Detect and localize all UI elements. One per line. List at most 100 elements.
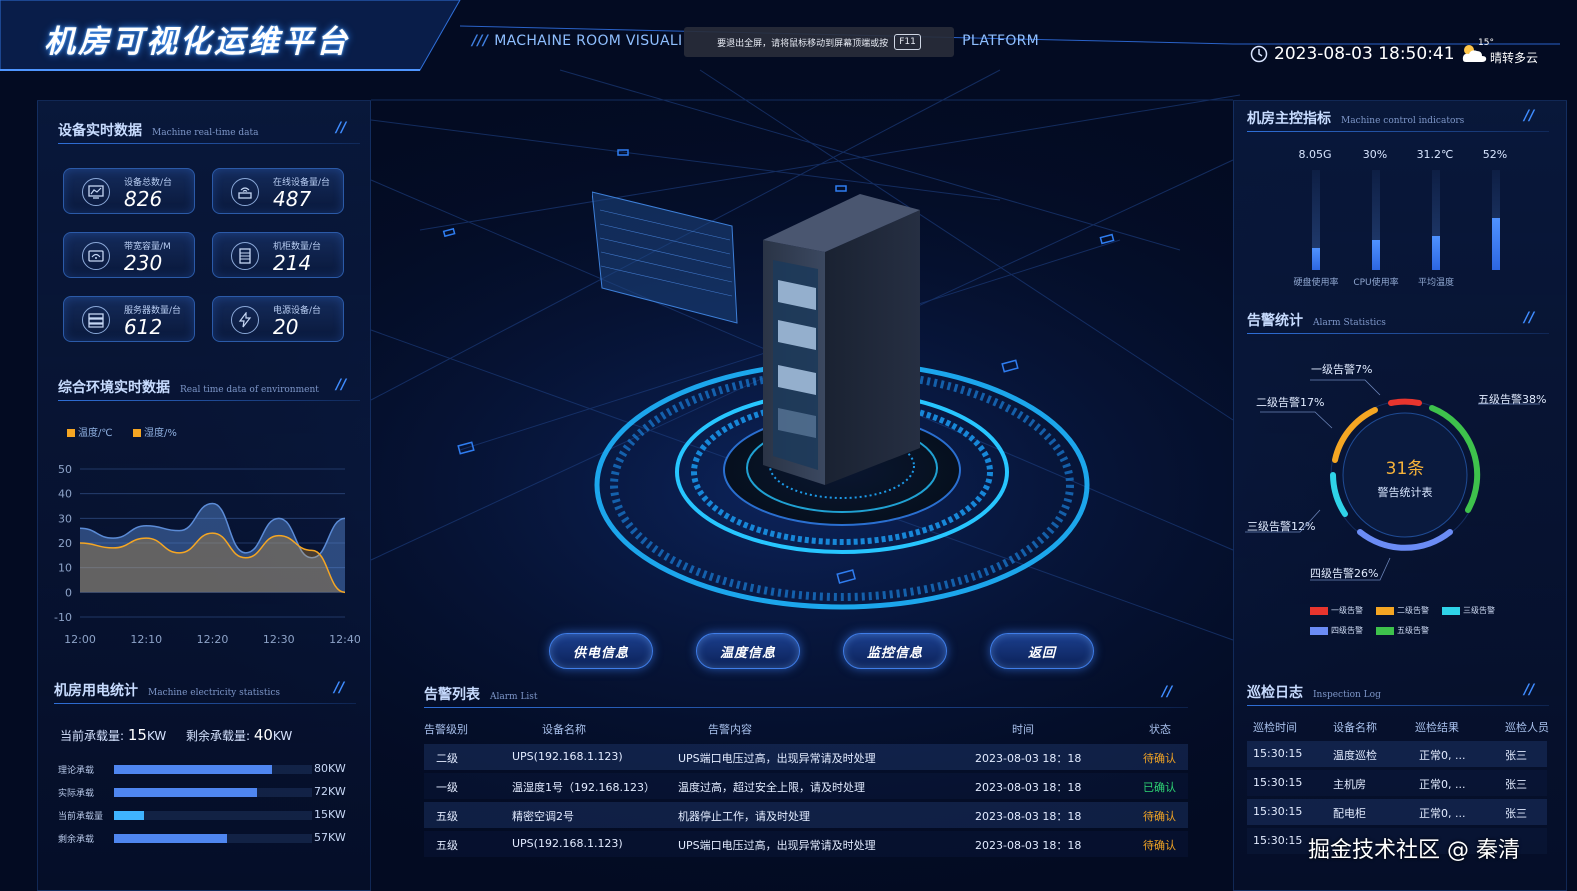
- stat-card-value: 230: [124, 251, 163, 275]
- alarm-table-row[interactable]: 五级 UPS(192.168.1.123) UPS端口电压过高，出现异常请及时处理 2…: [424, 831, 1188, 857]
- environment-chart[interactable]: 50 40 30 20 10 0 -10 12:00 12:10 12:20 12:30 12:40: [40, 455, 360, 655]
- alarm-legend-label: 四级告警: [1331, 626, 1363, 635]
- environment-title: 综合环境实时数据 Real time data of environment: [58, 377, 319, 397]
- indicator-bar: [1492, 170, 1500, 270]
- stat-card-total-devices[interactable]: 设备总数/台 826: [63, 168, 195, 214]
- remaining-load-value: 40: [253, 726, 273, 744]
- indicator-value: 8.05G: [1298, 148, 1332, 161]
- subtitle-right-text: PLATFORM: [962, 33, 1040, 49]
- server-icon: [82, 306, 110, 334]
- legend-swatch-temp: [67, 429, 75, 437]
- electricity-bar-label: 当前承载量: [58, 812, 104, 822]
- alarm-table-header-cell: 告警级别: [424, 723, 468, 736]
- alarm-table-cell-status: 待确认: [1143, 810, 1176, 823]
- inspection-table-cell-result: 正常0, ...: [1419, 807, 1466, 820]
- alarm-table-cell-level: 二级: [436, 752, 458, 765]
- inspection-table-header-cell: 巡检人员: [1505, 721, 1549, 734]
- indicator-bar-fill: [1432, 236, 1440, 270]
- x-tick-label: 12:30: [263, 633, 295, 646]
- stat-card-bandwidth[interactable]: 带宽容量/M 230: [63, 232, 195, 278]
- indicator-value: 31.2℃: [1416, 148, 1454, 161]
- inspection-table-row[interactable]: 15:30:15 配电柜 正常0, ... 张三: [1247, 799, 1547, 825]
- section-divider: [54, 703, 356, 704]
- back-button[interactable]: 返回: [990, 633, 1094, 669]
- electricity-summary: 当前承载量: 15KW 剩余承载量: 40KW: [60, 726, 292, 744]
- alarm-list-title-text: 告警列表: [424, 687, 480, 703]
- inspection-table-cell-device: 配电柜: [1333, 807, 1366, 820]
- temperature-info-button[interactable]: 温度信息: [696, 633, 800, 669]
- inspection-table-header-cell: 巡检时间: [1253, 721, 1297, 734]
- inspection-table-row[interactable]: 15:30:15 主机房 正常0, ... 张三: [1247, 770, 1547, 796]
- electricity-bar-fill: [114, 811, 144, 820]
- indicators-title-en: Machine control indicators: [1341, 116, 1465, 126]
- alarm-legend-item: 三级告警: [1442, 605, 1495, 616]
- alarm-list-title: 告警列表 Alarm List: [424, 684, 538, 704]
- x-tick-label: 12:10: [130, 633, 162, 646]
- bandwidth-icon: [82, 242, 110, 270]
- alarm-table-row[interactable]: 二级 UPS(192.168.1.123) UPS端口电压过高，出现异常请及时处理 2…: [424, 744, 1188, 770]
- alarm-legend-swatch: [1442, 606, 1460, 615]
- electricity-bar-label: 剩余承载: [58, 835, 95, 845]
- remaining-load-unit: KW: [272, 729, 293, 743]
- indicator-value: 52%: [1482, 148, 1508, 161]
- alarm-table-cell-content: 温度过高，超过安全上限，请及时处理: [678, 781, 865, 794]
- alarm-legend-item: 五级告警: [1376, 625, 1429, 636]
- stat-card-servers[interactable]: 服务器数量/台 612: [63, 296, 195, 342]
- electricity-bar-fill: [114, 834, 227, 843]
- current-load-unit: KW: [146, 729, 167, 743]
- section-divider: [58, 400, 360, 401]
- alarm-legend-label: 二级告警: [1397, 606, 1429, 615]
- watermark-text: 掘金技术社区 @ 秦清: [1308, 838, 1520, 863]
- cabinet-icon: [231, 242, 259, 270]
- section-slash-icon: //: [1524, 310, 1535, 326]
- alarm-legend-item: 一级告警: [1310, 605, 1363, 616]
- section-slash-icon: //: [1524, 682, 1535, 698]
- stat-card-value: 20: [273, 315, 299, 339]
- inspection-table-header-cell: 设备名称: [1333, 721, 1377, 734]
- alarm-label-leaders: [1245, 379, 1540, 581]
- electricity-bar-track: [114, 834, 312, 843]
- alarm-table-cell-status: 待确认: [1143, 839, 1176, 852]
- stat-card-cabinets[interactable]: 机柜数量/台 214: [212, 232, 344, 278]
- indicators-title: 机房主控指标 Machine control indicators: [1247, 108, 1464, 128]
- alarm-legend-label: 三级告警: [1463, 606, 1495, 615]
- inspection-table-cell-device: 温度巡检: [1333, 749, 1377, 762]
- power-icon: [231, 306, 259, 334]
- y-tick-label: 30: [58, 512, 72, 525]
- weather-desc: 晴转多云: [1490, 51, 1539, 65]
- current-load-label: 当前承载量:: [60, 729, 125, 743]
- power-info-button[interactable]: 供电信息: [549, 633, 653, 669]
- alarm-table-header-cell: 时间: [1012, 723, 1034, 736]
- alarm-table-cell-content: UPS端口电压过高，出现异常请及时处理: [678, 752, 876, 765]
- monitor-info-button[interactable]: 监控信息: [843, 633, 947, 669]
- indicator-bar-fill: [1492, 218, 1500, 270]
- section-slash-icon: //: [1524, 108, 1535, 124]
- y-tick-label: -10: [54, 611, 72, 624]
- inspection-table-cell-time: 15:30:15: [1253, 805, 1303, 818]
- inspection-title-text: 巡检日志: [1247, 685, 1303, 701]
- indicator-name: CPU使用率: [1353, 278, 1399, 288]
- alarm-list-title-en: Alarm List: [490, 692, 538, 702]
- alarm-table-header-cell: 状态: [1149, 723, 1171, 736]
- x-tick-label: 12:40: [329, 633, 360, 646]
- inspection-table-header: 巡检时间 设备名称 巡检结果 巡检人员: [1247, 714, 1557, 738]
- stat-card-value: 612: [124, 315, 163, 339]
- alarm-table: 告警级别 设备名称 告警内容 时间 状态 二级 UPS(192.168.1.123) UPS端…: [424, 717, 1188, 857]
- weather-widget: 15° 晴转多云: [1460, 38, 1560, 68]
- indicator-bar-fill: [1312, 248, 1320, 270]
- alarm-table-row[interactable]: 五级 精密空调2号 机器停止工作，请及时处理 2023-08-03 18：18 待确认: [424, 802, 1188, 828]
- section-slash-icon: //: [336, 377, 347, 393]
- indicator-name: 平均温度: [1417, 278, 1454, 288]
- alarm-table-cell-time: 2023-08-03 18：18: [975, 839, 1082, 852]
- electricity-bar-fill: [114, 765, 273, 774]
- fullscreen-notice-text: 要退出全屏，请将鼠标移动到屏幕顶端或按: [717, 38, 889, 49]
- stat-card-power-devices[interactable]: 电源设备/台 20: [212, 296, 344, 342]
- inspection-table-cell-time: 15:30:15: [1253, 834, 1303, 847]
- alarm-table-row[interactable]: 一级 温湿度1号（192.168.123） 温度过高，超过安全上限，请及时处理 202…: [424, 773, 1188, 799]
- inspection-table-row[interactable]: 15:30:15 温度巡检 正常0, ... 张三: [1247, 741, 1547, 767]
- alarm-legend-swatch: [1310, 626, 1328, 635]
- inspection-title: 巡检日志 Inspection Log: [1247, 682, 1381, 702]
- legend-label-temp: 温度/℃: [78, 428, 113, 439]
- stat-card-online-devices[interactable]: 在线设备量/台 487: [212, 168, 344, 214]
- y-tick-label: 0: [65, 586, 72, 599]
